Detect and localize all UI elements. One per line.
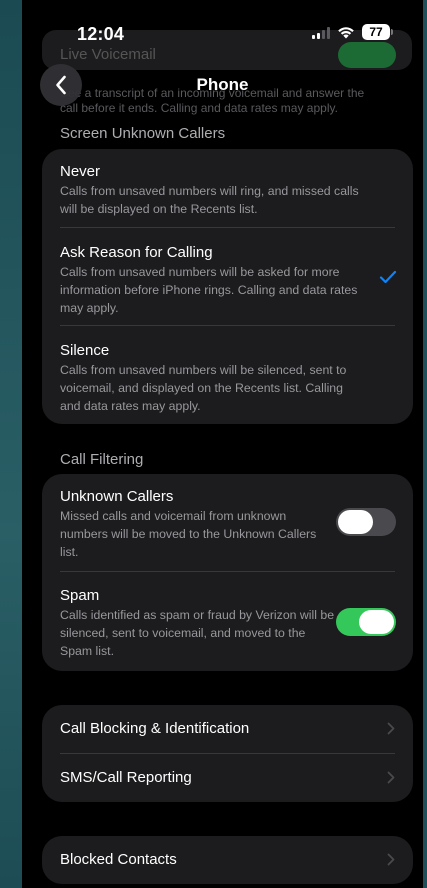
sms-call-reporting-label: SMS/Call Reporting bbox=[60, 769, 192, 786]
live-voicemail-title: Live Voicemail bbox=[60, 46, 156, 63]
status-time: 12:04 bbox=[77, 24, 125, 44]
blocked-contacts-label: Blocked Contacts bbox=[60, 851, 177, 868]
battery-icon: 77 bbox=[362, 24, 393, 40]
divider bbox=[60, 227, 395, 228]
toggle-knob bbox=[338, 510, 373, 534]
blocked-contacts-row[interactable]: Blocked Contacts bbox=[42, 836, 413, 884]
divider bbox=[60, 571, 395, 572]
unknown-callers-desc: Missed calls and voicemail from unknown … bbox=[60, 509, 317, 559]
unknown-callers-title: Unknown Callers bbox=[60, 488, 174, 505]
live-voicemail-toggle[interactable] bbox=[338, 42, 396, 68]
settings-screen: Live Voicemail See a transcript of an in… bbox=[22, 0, 423, 888]
checkmark-icon bbox=[379, 270, 397, 284]
blocked-contacts-card: Blocked Contacts bbox=[42, 836, 413, 884]
option-silence-title[interactable]: Silence bbox=[60, 342, 109, 359]
blocking-links-card: Call Blocking & Identification SMS/Call … bbox=[42, 705, 413, 802]
option-never-desc: Calls from unsaved numbers will ring, an… bbox=[60, 184, 359, 216]
option-silence-desc: Calls from unsaved numbers will be silen… bbox=[60, 363, 347, 413]
spam-toggle[interactable] bbox=[336, 608, 396, 636]
option-never-title[interactable]: Never bbox=[60, 163, 100, 180]
divider bbox=[60, 325, 395, 326]
page-title: Phone bbox=[196, 75, 249, 94]
screen-unknown-card: Never Calls from unsaved numbers will ri… bbox=[42, 149, 413, 424]
spam-title: Spam bbox=[60, 587, 100, 604]
cellular-signal-icon bbox=[312, 26, 330, 39]
battery-level: 77 bbox=[369, 25, 383, 39]
chevron-right-icon bbox=[387, 853, 395, 866]
spam-desc: Calls identified as spam or fraud by Ver… bbox=[60, 608, 335, 658]
sms-call-reporting-row[interactable]: SMS/Call Reporting bbox=[42, 754, 413, 802]
wallpaper-left-edge bbox=[0, 0, 22, 888]
chevron-right-icon bbox=[387, 771, 395, 784]
call-filtering-card: Unknown Callers Missed calls and voicema… bbox=[42, 474, 413, 671]
section-header-screen-unknown: Screen Unknown Callers bbox=[60, 125, 226, 142]
status-indicators: 77 bbox=[312, 24, 393, 40]
section-header-call-filtering: Call Filtering bbox=[60, 451, 144, 468]
call-blocking-label: Call Blocking & Identification bbox=[60, 720, 250, 737]
toggle-knob bbox=[359, 610, 394, 634]
unknown-callers-toggle[interactable] bbox=[336, 508, 396, 536]
option-ask-reason-desc: Calls from unsaved numbers will be asked… bbox=[60, 265, 358, 315]
wifi-icon bbox=[337, 25, 355, 39]
wallpaper-right-edge bbox=[423, 0, 427, 888]
option-ask-reason-title[interactable]: Ask Reason for Calling bbox=[60, 244, 213, 261]
chevron-right-icon bbox=[387, 722, 395, 735]
call-blocking-row[interactable]: Call Blocking & Identification bbox=[42, 705, 413, 753]
